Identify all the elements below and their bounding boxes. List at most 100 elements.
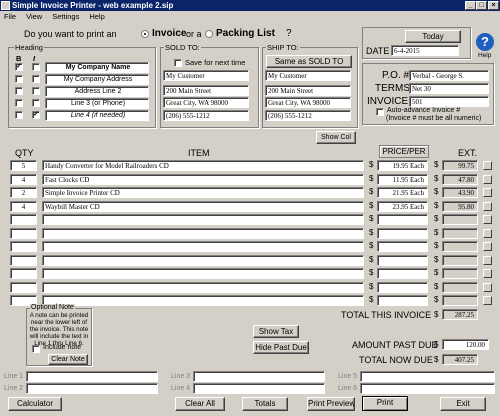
price-input[interactable] bbox=[377, 281, 428, 293]
item-input[interactable]: Waybill Master CD bbox=[42, 200, 364, 212]
print-button[interactable]: Print bbox=[362, 396, 408, 411]
maximize-button[interactable]: □ bbox=[476, 1, 487, 10]
exit-button[interactable]: Exit bbox=[440, 397, 486, 411]
heading-line-2[interactable]: My Company Address bbox=[45, 74, 149, 85]
sold-to-line-1[interactable]: My Customer bbox=[163, 70, 249, 81]
date-input[interactable]: 6-4-2015 bbox=[391, 45, 459, 56]
heading-line-5[interactable]: Line 4 (if needed) bbox=[45, 110, 149, 121]
auto-advance-checkbox[interactable] bbox=[376, 108, 384, 116]
heading-bold-checkbox-2[interactable] bbox=[15, 75, 23, 83]
qty-input[interactable] bbox=[10, 227, 37, 239]
save-for-next-time-checkbox[interactable] bbox=[174, 59, 182, 67]
price-input[interactable] bbox=[377, 227, 428, 239]
row-clear-button[interactable] bbox=[483, 255, 492, 265]
today-button[interactable]: Today bbox=[405, 30, 461, 43]
price-input[interactable] bbox=[377, 214, 428, 225]
row-clear-button[interactable] bbox=[483, 201, 492, 211]
price-input[interactable] bbox=[377, 268, 428, 279]
item-input[interactable]: Simple Invoice Printer CD bbox=[42, 187, 364, 198]
row-clear-button[interactable] bbox=[483, 296, 492, 305]
item-input[interactable] bbox=[42, 241, 364, 252]
same-as-sold-to-button[interactable]: Same as SOLD TO bbox=[266, 55, 352, 68]
ship-to-line-2[interactable]: 200 Main Street bbox=[265, 85, 351, 96]
qty-input[interactable]: 2 bbox=[10, 187, 37, 198]
qty-input[interactable]: 5 bbox=[10, 160, 37, 171]
price-input[interactable] bbox=[377, 254, 428, 266]
row-clear-button[interactable] bbox=[483, 161, 492, 170]
heading-bold-checkbox-1[interactable]: ✓ bbox=[15, 63, 23, 71]
item-input[interactable]: Handy Converter for Model Railroaders CD bbox=[42, 160, 364, 171]
line-3-input[interactable] bbox=[193, 371, 325, 382]
qty-input[interactable] bbox=[10, 241, 37, 252]
qty-input[interactable]: 4 bbox=[10, 173, 37, 185]
price-input[interactable]: 11.95 Each bbox=[377, 173, 428, 185]
heading-line-4[interactable]: Line 3 (or Phone) bbox=[45, 98, 149, 109]
qty-input[interactable] bbox=[10, 254, 37, 266]
price-input[interactable]: 19.95 Each bbox=[377, 160, 428, 171]
include-note-checkbox[interactable] bbox=[32, 345, 40, 353]
invoice-radio[interactable] bbox=[141, 30, 149, 38]
ship-to-line-4[interactable]: (206) 555-1212 bbox=[265, 110, 351, 121]
heading-italic-checkbox-2[interactable] bbox=[32, 75, 40, 83]
item-input[interactable] bbox=[42, 268, 364, 279]
hide-past-due-button[interactable]: Hide Past Due bbox=[253, 341, 309, 354]
line-6-input[interactable] bbox=[360, 383, 495, 394]
calculator-button[interactable]: Calculator bbox=[8, 397, 62, 411]
price-input[interactable]: 21.95 Each bbox=[377, 187, 428, 198]
ship-to-line-3[interactable]: Great City, WA 98000 bbox=[265, 97, 351, 108]
po-input[interactable]: Verbal - George S. bbox=[409, 70, 489, 81]
packing-list-radio[interactable] bbox=[205, 30, 213, 38]
item-input[interactable] bbox=[42, 281, 364, 293]
price-input[interactable] bbox=[377, 295, 428, 306]
show-col-button[interactable]: Show Col bbox=[316, 131, 356, 144]
qty-input[interactable] bbox=[10, 268, 37, 279]
menu-settings[interactable]: Settings bbox=[52, 12, 79, 21]
sold-to-line-4[interactable]: (206) 555-1212 bbox=[163, 110, 249, 121]
help-icon[interactable]: ? bbox=[476, 33, 494, 51]
row-clear-button[interactable] bbox=[483, 242, 492, 251]
item-input[interactable] bbox=[42, 227, 364, 239]
heading-bold-checkbox-5[interactable] bbox=[15, 111, 23, 119]
qty-input[interactable] bbox=[10, 281, 37, 293]
heading-italic-checkbox-1[interactable] bbox=[32, 63, 40, 71]
row-clear-button[interactable] bbox=[483, 188, 492, 197]
menu-view[interactable]: View bbox=[26, 12, 42, 21]
menu-file[interactable]: File bbox=[4, 12, 16, 21]
price-input[interactable] bbox=[377, 241, 428, 252]
item-input[interactable]: Fast Clocks CD bbox=[42, 173, 364, 185]
qty-input[interactable] bbox=[10, 214, 37, 225]
print-preview-button[interactable]: Print Preview bbox=[307, 397, 355, 411]
clear-all-button[interactable]: Clear All bbox=[175, 397, 225, 411]
line-5-input[interactable] bbox=[360, 371, 495, 382]
invoice-number-input[interactable]: 501 bbox=[409, 96, 489, 107]
heading-bold-checkbox-3[interactable] bbox=[15, 87, 23, 95]
item-input[interactable] bbox=[42, 214, 364, 225]
menu-help[interactable]: Help bbox=[89, 12, 104, 21]
heading-bold-checkbox-4[interactable] bbox=[15, 99, 23, 107]
line-1-input[interactable] bbox=[26, 371, 158, 382]
heading-line-3[interactable]: Address Line 2 bbox=[45, 86, 149, 97]
heading-italic-checkbox-4[interactable] bbox=[32, 99, 40, 107]
item-input[interactable] bbox=[42, 254, 364, 266]
clear-note-button[interactable]: Clear Note bbox=[48, 354, 88, 365]
price-input[interactable]: 23.95 Each bbox=[377, 200, 428, 212]
sold-to-line-3[interactable]: Great City, WA 98000 bbox=[163, 97, 249, 108]
heading-italic-checkbox-3[interactable] bbox=[32, 87, 40, 95]
terms-input[interactable]: Net 30 bbox=[409, 83, 489, 94]
past-due-input[interactable]: 120.00 bbox=[442, 339, 489, 350]
row-clear-button[interactable] bbox=[483, 174, 492, 184]
sold-to-line-2[interactable]: 200 Main Street bbox=[163, 85, 249, 96]
heading-italic-checkbox-5[interactable]: ✓ bbox=[32, 111, 40, 119]
row-clear-button[interactable] bbox=[483, 215, 492, 224]
close-button[interactable]: × bbox=[488, 1, 499, 10]
row-clear-button[interactable] bbox=[483, 282, 492, 292]
row-clear-button[interactable] bbox=[483, 269, 492, 278]
qty-input[interactable]: 4 bbox=[10, 200, 37, 212]
line-2-input[interactable] bbox=[26, 383, 158, 394]
totals-button[interactable]: Totals bbox=[242, 397, 288, 411]
row-clear-button[interactable] bbox=[483, 228, 492, 238]
item-input[interactable] bbox=[42, 295, 364, 306]
heading-line-1[interactable]: My Company Name bbox=[45, 62, 149, 73]
ship-to-line-1[interactable]: My Customer bbox=[265, 70, 351, 81]
line-4-input[interactable] bbox=[193, 383, 325, 394]
